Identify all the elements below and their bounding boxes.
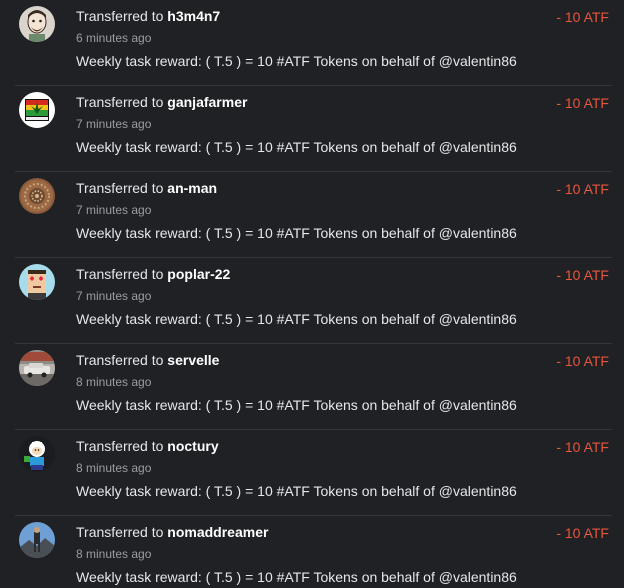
mountain-photo-avatar[interactable]: [19, 522, 55, 558]
transfer-memo: Weekly task reward: ( T.5 ) = 10 #ATF To…: [76, 53, 517, 69]
recipient-username[interactable]: nomaddreamer: [167, 524, 268, 540]
transaction-row: Transferred to noctury 8 minutes ago Wee…: [0, 430, 624, 516]
transfer-memo: Weekly task reward: ( T.5 ) = 10 #ATF To…: [76, 311, 517, 327]
cartoon-character-avatar[interactable]: [19, 436, 55, 472]
transfer-amount: - 10 ATF: [556, 439, 609, 455]
timestamp: 6 minutes ago: [76, 31, 152, 45]
timestamp: 8 minutes ago: [76, 461, 152, 475]
recipient-username[interactable]: noctury: [167, 438, 218, 454]
leaf-logo-avatar[interactable]: [19, 92, 55, 128]
timestamp: 7 minutes ago: [76, 289, 152, 303]
transfer-prefix: Transferred to: [76, 266, 168, 282]
transfer-prefix: Transferred to: [76, 352, 168, 368]
transfer-amount: - 10 ATF: [556, 181, 609, 197]
transfer-memo: Weekly task reward: ( T.5 ) = 10 #ATF To…: [76, 397, 517, 413]
transfer-text: Transferred to nomaddreamer: [76, 524, 268, 540]
transfer-prefix: Transferred to: [76, 524, 168, 540]
transfer-memo: Weekly task reward: ( T.5 ) = 10 #ATF To…: [76, 569, 517, 585]
timestamp: 7 minutes ago: [76, 203, 152, 217]
transfer-text: Transferred to servelle: [76, 352, 219, 368]
transfer-text: Transferred to ganjafarmer: [76, 94, 247, 110]
transfer-prefix: Transferred to: [76, 94, 168, 110]
transaction-row: Transferred to nomaddreamer 8 minutes ag…: [0, 516, 624, 588]
transfer-amount: - 10 ATF: [556, 267, 609, 283]
recipient-username[interactable]: ganjafarmer: [167, 94, 247, 110]
transfer-text: Transferred to noctury: [76, 438, 219, 454]
mandala-avatar[interactable]: [19, 178, 55, 214]
timestamp: 8 minutes ago: [76, 375, 152, 389]
transaction-row: Transferred to ganjafarmer 7 minutes ago…: [0, 86, 624, 172]
transfer-text: Transferred to h3m4n7: [76, 8, 220, 24]
transfer-memo: Weekly task reward: ( T.5 ) = 10 #ATF To…: [76, 483, 517, 499]
transfer-amount: - 10 ATF: [556, 9, 609, 25]
transfer-amount: - 10 ATF: [556, 525, 609, 541]
timestamp: 7 minutes ago: [76, 117, 152, 131]
pixel-heart-eyes-avatar[interactable]: [19, 264, 55, 300]
car-photo-avatar[interactable]: [19, 350, 55, 386]
recipient-username[interactable]: poplar-22: [167, 266, 230, 282]
transfer-prefix: Transferred to: [76, 438, 168, 454]
timestamp: 8 minutes ago: [76, 547, 152, 561]
transfer-prefix: Transferred to: [76, 180, 168, 196]
recipient-username[interactable]: servelle: [167, 352, 219, 368]
recipient-username[interactable]: an-man: [167, 180, 217, 196]
transfer-memo: Weekly task reward: ( T.5 ) = 10 #ATF To…: [76, 225, 517, 241]
transfer-text: Transferred to an-man: [76, 180, 217, 196]
transaction-row: Transferred to poplar-22 7 minutes ago W…: [0, 258, 624, 344]
transfer-prefix: Transferred to: [76, 8, 168, 24]
cartoon-face-avatar[interactable]: [19, 6, 55, 42]
transaction-row: Transferred to an-man 7 minutes ago Week…: [0, 172, 624, 258]
transaction-list: Transferred to h3m4n7 6 minutes ago Week…: [0, 0, 624, 588]
transfer-text: Transferred to poplar-22: [76, 266, 230, 282]
transaction-row: Transferred to h3m4n7 6 minutes ago Week…: [0, 0, 624, 86]
transaction-row: Transferred to servelle 8 minutes ago We…: [0, 344, 624, 430]
recipient-username[interactable]: h3m4n7: [167, 8, 220, 24]
transfer-amount: - 10 ATF: [556, 95, 609, 111]
transfer-amount: - 10 ATF: [556, 353, 609, 369]
transfer-memo: Weekly task reward: ( T.5 ) = 10 #ATF To…: [76, 139, 517, 155]
